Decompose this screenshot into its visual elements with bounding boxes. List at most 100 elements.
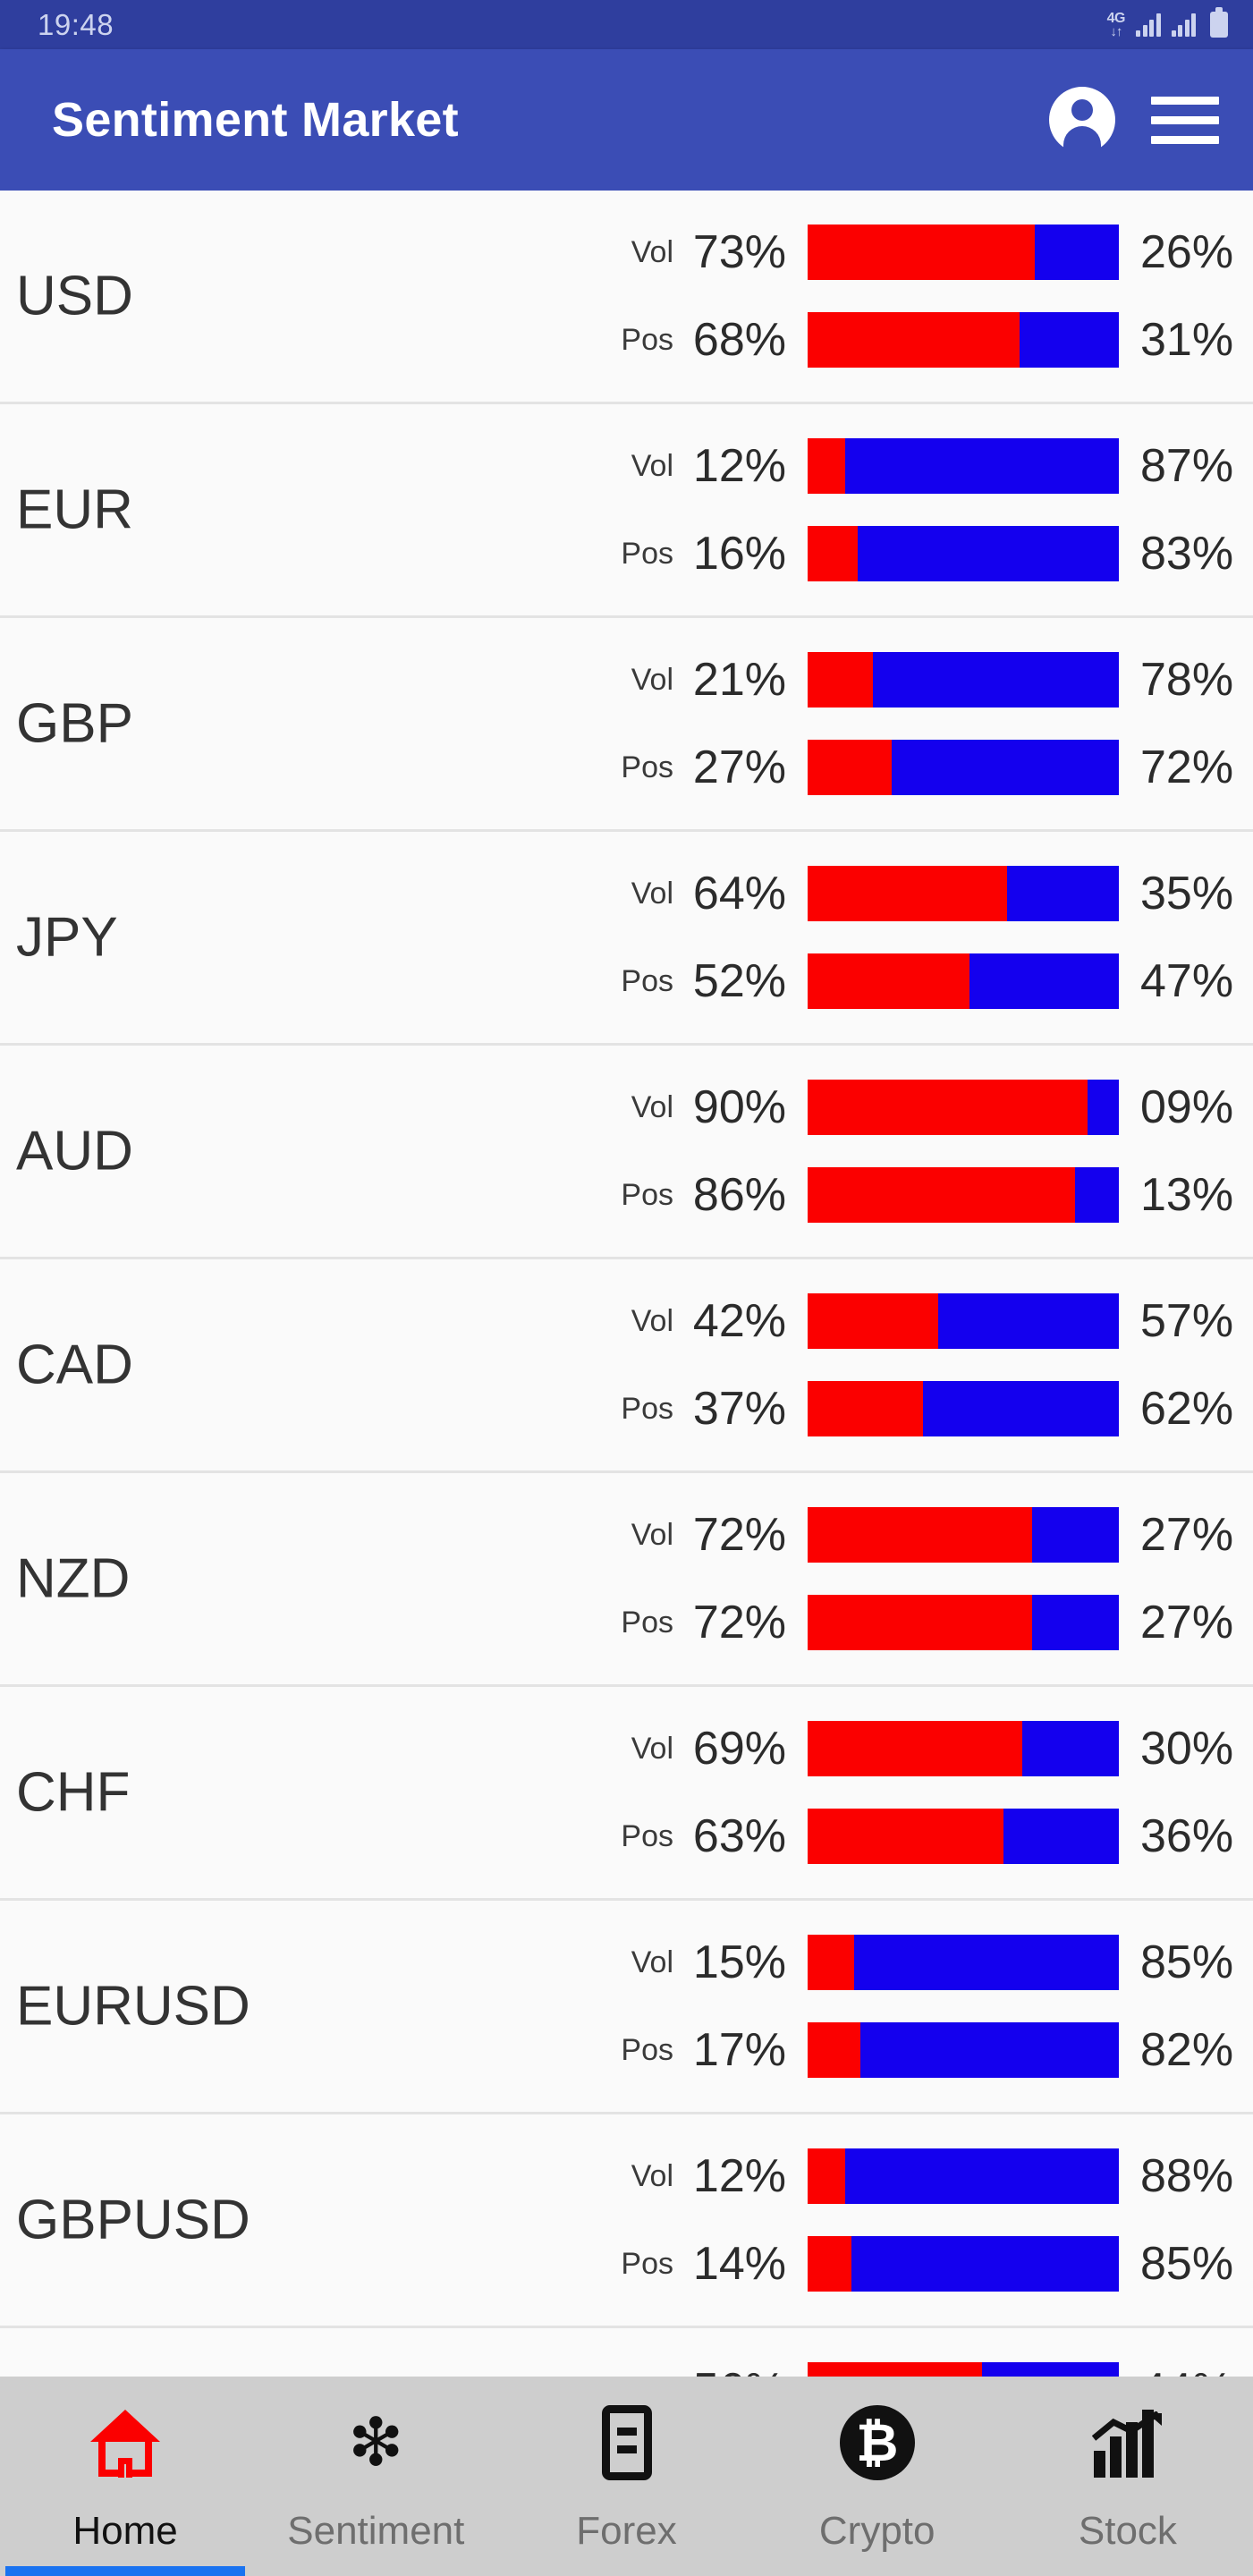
metric-label: Vol <box>631 1089 673 1124</box>
bar-segment-blue <box>1088 1080 1119 1135</box>
metric-label: Pos <box>621 2246 673 2281</box>
metric-right-value: 85% <box>1140 1936 1234 1988</box>
metric-left-value: 69% <box>692 1723 786 1775</box>
bar-segment-red <box>808 2236 851 2292</box>
table-row[interactable]: GBPUSD Vol 12% 88% Pos 14% 85% <box>0 2114 1253 2328</box>
metric-group: Vol 72% 27% Pos 72% 27% <box>0 1507 1253 1650</box>
metric-pos: Pos 86% 13% <box>0 1167 1253 1223</box>
metric-group: Vol 90% 09% Pos 86% 13% <box>0 1080 1253 1223</box>
table-row[interactable]: CHF Vol 69% 30% Pos 63% 36% <box>0 1687 1253 1901</box>
table-row[interactable]: EUR Vol 12% 87% Pos 16% 83% <box>0 404 1253 618</box>
metric-right-value: 35% <box>1140 868 1234 919</box>
table-row[interactable]: JPY Vol 64% 35% Pos 52% 47% <box>0 832 1253 1046</box>
metric-group: Vol 64% 35% Pos 52% 47% <box>0 866 1253 1009</box>
bar-segment-red <box>808 225 1036 280</box>
bar-segment-blue <box>969 953 1119 1009</box>
metric-pos: Pos 27% 72% <box>0 740 1253 795</box>
metric-vol: Vol 42% 57% <box>0 1293 1253 1349</box>
metric-vol: Vol 72% 27% <box>0 1507 1253 1563</box>
metric-label: Pos <box>621 1391 673 1426</box>
bar-segment-red <box>808 2022 861 2078</box>
metric-right-value: 88% <box>1140 2150 1234 2202</box>
nav-tab-icon-wrap <box>601 2400 652 2486</box>
metric-vol: Vol 90% 09% <box>0 1080 1253 1135</box>
bar-segment-red <box>808 312 1020 368</box>
metric-right-value: 87% <box>1140 440 1234 492</box>
sentiment-bar <box>808 312 1119 368</box>
symbol-label: EURUSD <box>16 1975 250 2038</box>
bar-segment-blue <box>873 652 1119 708</box>
sentiment-bar <box>808 652 1119 708</box>
status-icons: 4G ↓↑ <box>1107 7 1228 39</box>
bar-segment-red <box>808 1721 1023 1776</box>
metric-left-value: 68% <box>692 314 786 366</box>
symbol-label: GBP <box>16 692 133 755</box>
nav-tab-label: Sentiment <box>287 2509 465 2553</box>
table-row[interactable]: EURUSD Vol 15% 85% Pos 17% 82% <box>0 1901 1253 2114</box>
metric-left-value: 73% <box>692 226 786 278</box>
nav-tab-forex[interactable]: Forex <box>501 2377 751 2576</box>
table-row[interactable]: AUD Vol 90% 09% Pos 86% 13% <box>0 1046 1253 1259</box>
bar-segment-blue <box>1003 1809 1119 1864</box>
table-row[interactable]: CAD Vol 42% 57% Pos 37% 62% <box>0 1259 1253 1473</box>
metric-left-value: 21% <box>692 654 786 706</box>
metric-right-value: 27% <box>1140 1597 1234 1648</box>
metric-pos: Pos 68% 31% <box>0 312 1253 368</box>
symbol-label: GBPUSD <box>16 2189 250 2251</box>
metric-right-value: 47% <box>1140 955 1234 1007</box>
metric-label: Pos <box>621 750 673 784</box>
nav-tab-stock[interactable]: Stock <box>1003 2377 1253 2576</box>
metric-pos: Pos 37% 62% <box>0 1381 1253 1436</box>
bar-segment-red <box>808 1935 855 1990</box>
sentiment-bar <box>808 2236 1119 2292</box>
bar-segment-blue <box>857 526 1119 581</box>
metric-left-value: 42% <box>692 1295 786 1347</box>
status-bar: 19:48 4G ↓↑ <box>0 0 1253 49</box>
metric-right-value: 27% <box>1140 1509 1234 1561</box>
metric-left-value: 12% <box>692 2150 786 2202</box>
document-icon <box>601 2405 652 2480</box>
bottom-navigation[interactable]: Home ❇ Sentiment Forex ₿ Crypto Stock <box>0 2377 1253 2576</box>
table-row[interactable]: GBP Vol 21% 78% Pos 27% 72% <box>0 618 1253 832</box>
sentiment-bar <box>808 225 1119 280</box>
bar-segment-red <box>808 1167 1076 1223</box>
metric-label: Pos <box>621 963 673 998</box>
metric-left-value: 72% <box>692 1509 786 1561</box>
bar-segment-red <box>808 652 874 708</box>
table-row[interactable]: USD Vol 73% 26% Pos 68% 31% <box>0 191 1253 404</box>
metric-right-value: 85% <box>1140 2238 1234 2290</box>
metric-label: Vol <box>631 2158 673 2193</box>
sentiment-bar <box>808 526 1119 581</box>
hamburger-menu-icon[interactable] <box>1151 96 1219 144</box>
bar-segment-red <box>808 953 969 1009</box>
sentiment-bar <box>808 1721 1119 1776</box>
sentiment-bar <box>808 2148 1119 2204</box>
metric-left-value: 17% <box>692 2024 786 2076</box>
bar-chart-icon <box>1090 2408 1165 2478</box>
account-circle-icon[interactable] <box>1049 87 1115 153</box>
sentiment-list[interactable]: USD Vol 73% 26% Pos 68% 31% EUR Vol 12% 87% Pos 16% 8… <box>0 191 1253 2576</box>
metric-left-value: 72% <box>692 1597 786 1648</box>
symbol-label: USD <box>16 265 133 327</box>
bar-segment-blue <box>844 438 1119 494</box>
metric-label: Vol <box>631 448 673 483</box>
sentiment-bar <box>808 438 1119 494</box>
nav-tab-sentiment[interactable]: ❇ Sentiment <box>250 2377 501 2576</box>
metric-right-value: 13% <box>1140 1169 1234 1221</box>
nav-tab-icon-wrap <box>90 2400 161 2486</box>
bar-segment-blue <box>1019 312 1119 368</box>
metric-label: Pos <box>621 2032 673 2067</box>
metric-right-value: 09% <box>1140 1081 1234 1133</box>
metric-vol: Vol 69% 30% <box>0 1721 1253 1776</box>
bar-segment-red <box>808 866 1007 921</box>
metric-right-value: 72% <box>1140 741 1234 793</box>
symbol-label: CHF <box>16 1761 131 1824</box>
metric-left-value: 37% <box>692 1383 786 1435</box>
bar-segment-red <box>808 526 858 581</box>
sparkle-trend-icon: ❇ <box>348 2405 404 2479</box>
data-transfer-arrows-icon: ↓↑ <box>1110 23 1122 39</box>
metric-pos: Pos 52% 47% <box>0 953 1253 1009</box>
table-row[interactable]: NZD Vol 72% 27% Pos 72% 27% <box>0 1473 1253 1687</box>
nav-tab-crypto[interactable]: ₿ Crypto <box>752 2377 1003 2576</box>
nav-tab-home[interactable]: Home <box>0 2377 250 2576</box>
